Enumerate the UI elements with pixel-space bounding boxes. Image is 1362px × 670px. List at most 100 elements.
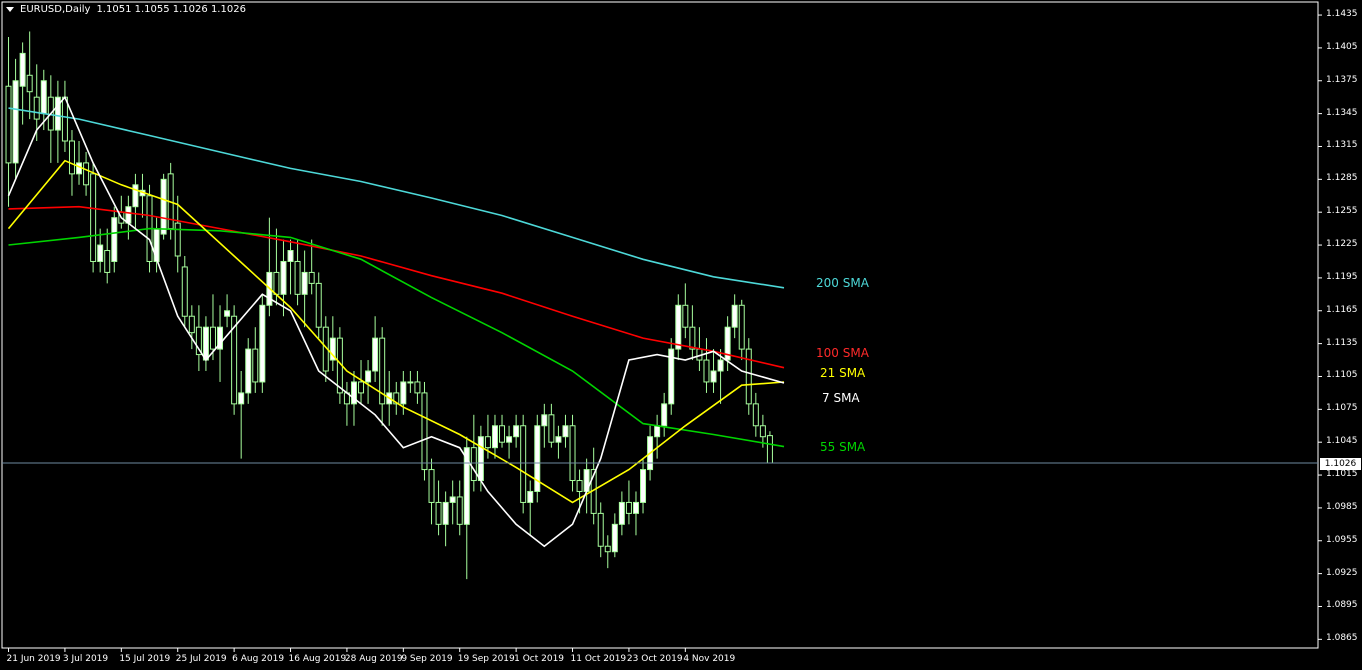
candle — [555, 425, 562, 459]
candle — [597, 502, 604, 558]
candle-body — [752, 403, 759, 427]
candle-body — [5, 85, 12, 164]
candle — [47, 75, 54, 163]
candle-body — [597, 512, 604, 547]
candle — [654, 414, 661, 459]
candle-body — [224, 310, 231, 317]
candle — [428, 458, 435, 525]
candle — [442, 491, 449, 547]
time-axis-ticks — [8, 648, 686, 652]
candle — [54, 80, 61, 163]
y-tick-label: 1.1135 — [1326, 337, 1358, 348]
candle-body — [174, 222, 181, 257]
sma21-label: 21 SMA — [820, 366, 866, 380]
candle — [181, 256, 188, 328]
candle — [689, 305, 696, 361]
candle-body — [682, 304, 689, 328]
candle — [625, 480, 632, 525]
chart-header: EURUSD,Daily 1.1051 1.1055 1.1026 1.1026 — [6, 4, 246, 15]
candle — [315, 272, 322, 339]
candle-body — [209, 326, 216, 350]
y-tick-label: 1.0955 — [1326, 534, 1358, 545]
candle — [202, 316, 209, 371]
candle — [195, 305, 202, 371]
x-tick-label: 28 Aug 2019 — [344, 654, 403, 664]
candle-body — [273, 271, 280, 295]
y-tick-label: 1.1375 — [1326, 74, 1358, 85]
chart-frame — [1, 1, 1319, 649]
candle — [231, 305, 238, 415]
x-tick-label: 16 Aug 2019 — [288, 654, 347, 664]
candles — [5, 31, 773, 580]
x-tick-label: 9 Sep 2019 — [401, 654, 453, 664]
candle — [414, 371, 421, 404]
candle-body — [710, 370, 717, 383]
candle-body — [625, 501, 632, 514]
candle-body — [569, 425, 576, 482]
candle-body — [414, 381, 421, 394]
candle-body — [76, 162, 83, 175]
y-tick-label: 1.1405 — [1326, 41, 1358, 52]
candle-body — [506, 436, 513, 443]
candle — [520, 414, 527, 514]
candle-body — [26, 74, 33, 93]
candle-body — [315, 282, 322, 328]
candle — [766, 431, 773, 464]
candle-body — [19, 52, 26, 87]
candle — [224, 294, 231, 328]
candle — [139, 173, 146, 218]
x-tick-label: 23 Oct 2019 — [626, 654, 683, 664]
candle-body — [90, 173, 97, 262]
candle — [661, 392, 668, 437]
candle-body — [675, 304, 682, 350]
ohlc-label: 1.1051 1.1055 1.1026 1.1026 — [96, 4, 246, 15]
candle — [618, 491, 625, 536]
candle — [252, 327, 259, 393]
candle-body — [484, 436, 491, 449]
candle-body — [252, 348, 259, 383]
candle — [90, 162, 97, 273]
candle — [731, 294, 738, 339]
candle-body — [202, 326, 209, 361]
dropdown-triangle-icon[interactable] — [6, 7, 14, 12]
candle — [125, 195, 132, 240]
x-tick-label: 21 Jun 2019 — [6, 654, 61, 664]
y-tick-label: 1.1345 — [1326, 107, 1358, 118]
moving-averages — [7, 95, 785, 548]
candle — [569, 414, 576, 492]
price-chart[interactable] — [0, 0, 1362, 670]
candle — [266, 217, 273, 317]
candle-body — [717, 359, 724, 372]
sma-line-100-sma — [8, 205, 785, 369]
x-tick-label: 1 Oct 2019 — [514, 654, 565, 664]
candle — [668, 338, 675, 415]
candle — [19, 42, 26, 125]
candle — [548, 403, 555, 448]
candle-body — [287, 250, 294, 262]
candle — [259, 294, 266, 393]
candle-body — [301, 271, 308, 295]
candle — [174, 195, 181, 273]
candle-body — [520, 425, 527, 503]
candle — [421, 381, 428, 481]
x-tick-label: 19 Sep 2019 — [457, 654, 515, 664]
candle — [393, 381, 400, 415]
candle-body — [259, 304, 266, 383]
sma-line-200-sma — [8, 107, 785, 289]
candle-body — [372, 337, 379, 372]
candle-body — [604, 545, 611, 553]
candle — [104, 228, 111, 284]
candle-body — [308, 271, 315, 284]
candle-body — [738, 304, 745, 350]
sma55-label: 55 SMA — [820, 440, 866, 454]
candle — [76, 141, 83, 185]
candle-body — [365, 370, 372, 383]
candle — [470, 414, 477, 492]
candle — [26, 31, 33, 120]
candle-body — [83, 162, 90, 186]
candle-body — [181, 266, 188, 317]
candle-body — [428, 469, 435, 503]
y-tick-label: 1.0925 — [1326, 567, 1358, 578]
candle-body — [576, 480, 583, 492]
candle — [188, 305, 195, 350]
